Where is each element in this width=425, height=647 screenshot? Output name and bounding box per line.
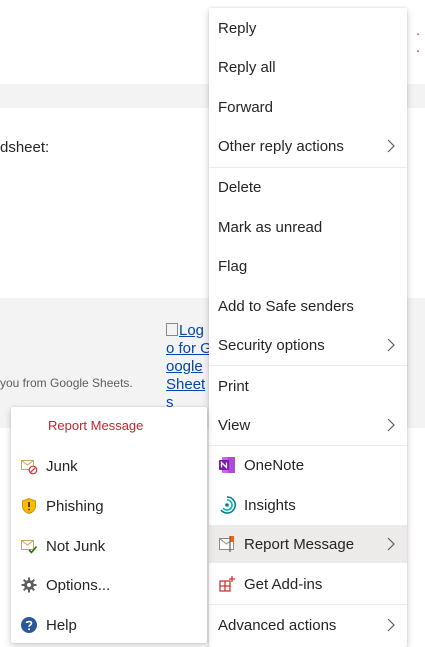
submenu-item-label: Help: [46, 616, 77, 634]
gear-icon: [19, 575, 39, 595]
menu-item-forward[interactable]: Forward: [209, 88, 407, 126]
report-message-submenu: Report Message Junk Phishing Not Junk Op…: [11, 407, 207, 643]
menu-item-label: Security options: [218, 336, 325, 354]
google-sheets-logo-link[interactable]: Logo for Google Sheets: [166, 322, 212, 412]
menu-item-label: View: [218, 416, 251, 434]
menu-item-get-add-ins[interactable]: Get Add-ins: [209, 565, 407, 603]
onenote-icon: [216, 454, 238, 476]
more-actions-dots[interactable]: . .: [416, 22, 425, 56]
menu-item-label: Forward: [218, 98, 274, 116]
insights-icon: [216, 494, 238, 516]
menu-item-view[interactable]: View: [209, 406, 407, 444]
chevron-right-icon: [387, 418, 395, 432]
broken-image-icon: [166, 323, 178, 336]
menu-item-label: Reply all: [218, 58, 276, 76]
help-icon: [19, 615, 39, 635]
menu-item-label: Advanced actions: [218, 616, 337, 634]
menu-item-label: Mark as unread: [218, 218, 323, 236]
menu-separator: [209, 604, 407, 605]
get-addins-icon: [216, 573, 238, 595]
submenu-item-not-junk[interactable]: Not Junk: [11, 527, 207, 565]
chevron-right-icon: [387, 618, 395, 632]
submenu-item-label: Options...: [46, 576, 111, 594]
menu-item-label: Reply: [218, 19, 257, 37]
menu-separator: [209, 365, 407, 366]
submenu-item-junk[interactable]: Junk: [11, 447, 207, 485]
menu-item-delete[interactable]: Delete: [209, 168, 407, 206]
submenu-item-label: Phishing: [46, 497, 104, 515]
not-junk-icon: [19, 536, 39, 556]
submenu-item-label: Not Junk: [46, 537, 106, 555]
menu-item-label: Get Add-ins: [244, 575, 323, 593]
menu-item-mark-as-unread[interactable]: Mark as unread: [209, 208, 407, 246]
menu-item-label: Add to Safe senders: [218, 297, 354, 315]
submenu-item-help[interactable]: Help: [11, 606, 207, 644]
junk-icon: [19, 456, 39, 476]
report-message-icon: [216, 533, 238, 555]
email-footer-text: you from Google Sheets.: [0, 376, 133, 390]
menu-item-other-reply-actions[interactable]: Other reply actions: [209, 127, 407, 165]
menu-item-label: OneNote: [244, 456, 305, 474]
message-context-menu: Reply Reply all Forward Other reply acti…: [209, 8, 407, 647]
menu-item-insights[interactable]: Insights: [209, 486, 407, 524]
menu-item-report-message[interactable]: Report Message: [209, 525, 407, 563]
menu-item-reply[interactable]: Reply: [209, 9, 407, 47]
submenu-item-options[interactable]: Options...: [11, 566, 207, 604]
menu-item-reply-all[interactable]: Reply all: [209, 48, 407, 86]
menu-item-label: Insights: [244, 496, 296, 514]
menu-item-advanced-actions[interactable]: Advanced actions: [209, 606, 407, 644]
menu-item-security-options[interactable]: Security options: [209, 326, 407, 364]
submenu-item-label: Junk: [46, 457, 78, 475]
menu-item-label: Flag: [218, 257, 248, 275]
menu-item-add-to-safe-senders[interactable]: Add to Safe senders: [209, 287, 407, 325]
submenu-item-phishing[interactable]: Phishing: [11, 487, 207, 525]
chevron-right-icon: [387, 338, 395, 352]
chevron-right-icon: [387, 537, 395, 551]
menu-item-flag[interactable]: Flag: [209, 247, 407, 285]
email-body-text: dsheet:: [0, 139, 50, 156]
submenu-title: Report Message: [48, 418, 144, 433]
menu-item-print[interactable]: Print: [209, 367, 407, 405]
menu-item-label: Report Message: [244, 535, 355, 553]
menu-item-label: Print: [218, 377, 249, 395]
menu-item-onenote[interactable]: OneNote: [209, 446, 407, 484]
chevron-right-icon: [387, 139, 395, 153]
menu-item-label: Other reply actions: [218, 137, 344, 155]
menu-item-label: Delete: [218, 178, 262, 196]
phishing-icon: [19, 496, 39, 516]
